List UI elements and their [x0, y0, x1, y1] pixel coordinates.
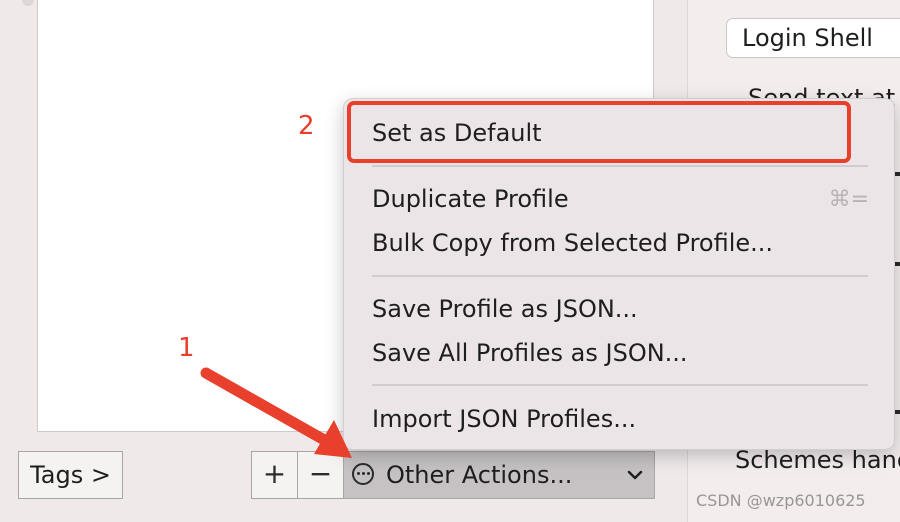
scroll-knob[interactable] — [22, 0, 34, 6]
annotation-step-2: 2 — [298, 111, 315, 141]
remove-profile-button[interactable]: − — [297, 451, 344, 499]
menu-item-save-all-profiles-json[interactable]: Save All Profiles as JSON... — [372, 339, 688, 367]
other-actions-label: Other Actions... — [386, 461, 573, 489]
highlight-box — [347, 101, 851, 163]
iterm-preferences-window: Login Shell Send text at Schemes hand Ta… — [0, 0, 900, 522]
watermark-text: CSDN @wzp6010625 — [696, 491, 866, 510]
other-actions-popup-button[interactable]: Other Actions... — [343, 451, 655, 499]
add-profile-button[interactable]: + — [251, 451, 298, 499]
annotation-step-1: 1 — [178, 333, 195, 363]
tags-button[interactable]: Tags > — [18, 451, 123, 499]
menu-separator — [372, 165, 868, 167]
schemes-label: Schemes hand — [735, 446, 900, 474]
menu-separator — [372, 384, 868, 386]
chevron-down-icon — [627, 470, 643, 480]
menu-item-duplicate-profile[interactable]: Duplicate Profile — [372, 185, 569, 213]
menu-separator — [372, 275, 868, 277]
ellipsis-circle-icon — [352, 463, 374, 485]
menu-item-bulk-copy[interactable]: Bulk Copy from Selected Profile... — [372, 229, 773, 257]
login-shell-option[interactable]: Login Shell — [726, 18, 900, 58]
menu-item-import-json-profiles[interactable]: Import JSON Profiles... — [372, 405, 636, 433]
menu-item-save-profile-json[interactable]: Save Profile as JSON... — [372, 295, 638, 323]
duplicate-shortcut: ⌘= — [828, 187, 869, 212]
